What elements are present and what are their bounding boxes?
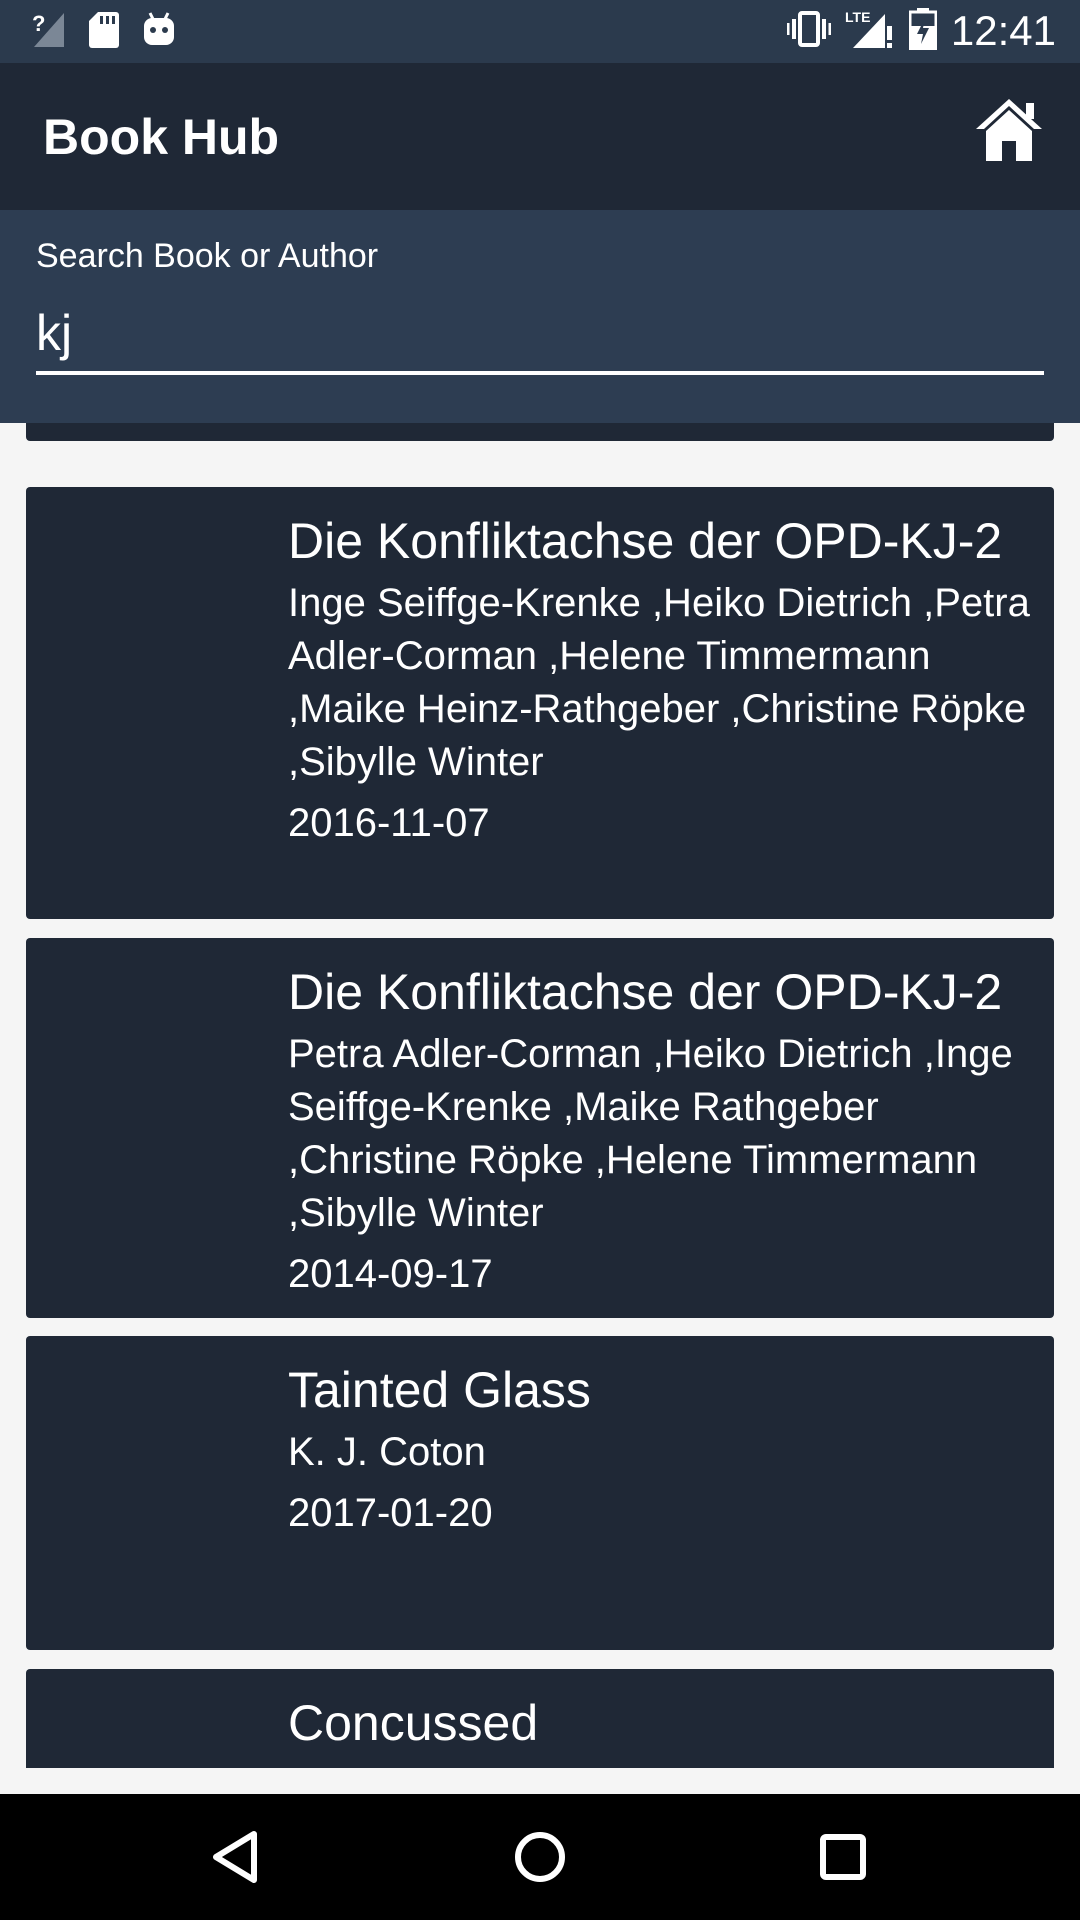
lte-signal-icon: LTE (845, 8, 895, 54)
svg-text:LTE: LTE (845, 9, 870, 25)
home-button[interactable] (972, 93, 1046, 167)
recents-button[interactable] (808, 1822, 878, 1892)
book-title: Tainted Glass (288, 1362, 591, 1418)
book-card[interactable]: Concussed (26, 1669, 1054, 1768)
list-item-partial[interactable] (26, 423, 1054, 441)
app-bar: Book Hub (0, 63, 1080, 210)
android-icon (142, 11, 176, 51)
book-authors: K. J. Coton (288, 1430, 486, 1474)
battery-icon (908, 8, 938, 54)
signal-unknown-icon: ? (30, 9, 66, 53)
back-button[interactable] (200, 1822, 270, 1892)
app-title: Book Hub (43, 109, 280, 165)
book-date: 2017-01-20 (288, 1491, 493, 1535)
book-list[interactable]: Die Konfliktachse der OPD-KJ-2 Inge Seif… (0, 423, 1080, 1768)
back-icon (213, 1831, 257, 1883)
book-title: Die Konfliktachse der OPD-KJ-2 (288, 964, 1003, 1020)
home-icon (976, 99, 1042, 161)
book-date: 2014-09-17 (288, 1252, 493, 1296)
book-card[interactable]: Die Konfliktachse der OPD-KJ-2 Petra Adl… (26, 938, 1054, 1318)
status-time: 12:41 (950, 7, 1056, 54)
search-input[interactable] (36, 295, 1044, 375)
book-card[interactable]: Die Konfliktachse der OPD-KJ-2 Inge Seif… (26, 487, 1054, 919)
search-label: Search Book or Author (36, 237, 379, 275)
book-authors: Inge Seiffge-Krenke ,Heiko Dietrich ,Pet… (288, 581, 1030, 784)
book-card[interactable]: Tainted Glass K. J. Coton 2017-01-20 (26, 1336, 1054, 1650)
sd-card-icon (88, 10, 120, 52)
navigation-bar (0, 1794, 1080, 1920)
status-bar: ? LTE 12:41 (0, 0, 1080, 63)
book-authors: Petra Adler-Corman ,Heiko Dietrich ,Inge… (288, 1032, 1013, 1235)
book-date: 2016-11-07 (288, 801, 490, 845)
recents-icon (820, 1834, 866, 1880)
home-nav-button[interactable] (505, 1822, 575, 1892)
book-title: Die Konfliktachse der OPD-KJ-2 (288, 513, 1003, 569)
svg-text:?: ? (32, 11, 45, 36)
vibrate-icon (786, 10, 832, 52)
home-circle-icon (515, 1832, 565, 1882)
book-title: Concussed (288, 1695, 539, 1751)
search-area: Search Book or Author (0, 210, 1080, 423)
